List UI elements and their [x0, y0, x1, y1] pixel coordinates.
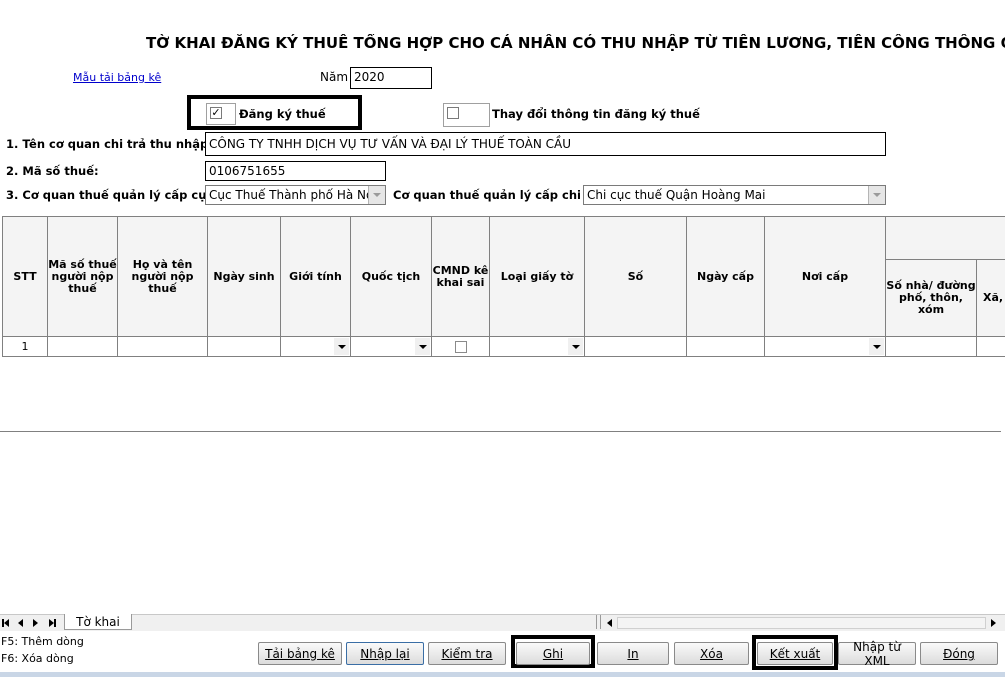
hscroll-left-button[interactable] [604, 617, 615, 629]
hscroll-track[interactable] [617, 617, 986, 629]
header-full-name: Họ và tên người nộp thuế [117, 216, 208, 337]
gender-dropdown-button[interactable] [334, 338, 349, 355]
form-title: TỜ KHAI ĐĂNG KÝ THUẾ TỔNG HỢP CHO CÁ NHÂ… [146, 34, 1005, 52]
tax-subdept-value: Chi cục thuế Quận Hoàng Mai [587, 188, 766, 202]
header-gender: Giới tính [280, 216, 351, 337]
header-stt: STT [2, 216, 48, 337]
cell-birth-date[interactable] [207, 336, 281, 357]
payer-name-input[interactable]: CÔNG TY TNHH DỊCH VỤ TƯ VẤN VÀ ĐẠI LÝ TH… [205, 132, 886, 156]
change-info-label: Thay đổi thông tin đăng ký thuế [492, 107, 700, 121]
template-download-link[interactable]: Mẫu tải bảng kê [73, 71, 161, 84]
hscroll-right-button[interactable] [988, 617, 999, 629]
header-id-wrong: CMND kê khai sai [431, 216, 490, 337]
bar-icon [54, 619, 56, 627]
chevron-down-icon [872, 344, 881, 349]
header-doc-number: Số [584, 216, 687, 337]
tax-subdept-dropdown-button[interactable] [868, 186, 885, 204]
header-street: Số nhà/ đường phố, thôn, xóm [885, 259, 977, 337]
close-button[interactable]: Đóng [920, 642, 998, 665]
reenter-button[interactable]: Nhập lại [346, 642, 424, 665]
tax-dept-value: Cục Thuế Thành phố Hà Nội [209, 188, 377, 202]
next-sheet-button[interactable] [30, 617, 41, 629]
taskbar-edge [0, 672, 1005, 677]
cell-stt: 1 [2, 336, 48, 357]
taxpayer-grid: STT Mã số thuế người nộp thuế Họ và tên … [2, 216, 1005, 360]
year-label: Năm [320, 70, 349, 84]
header-issue-place: Nơi cấp [764, 216, 886, 337]
delete-button[interactable]: Xóa [674, 642, 749, 665]
export-button[interactable]: Kết xuất [757, 642, 833, 665]
grid-bottom-divider [0, 431, 1001, 432]
arrow-left-icon [4, 619, 9, 627]
id-wrong-checkbox[interactable] [454, 340, 467, 353]
arrow-right-icon [33, 619, 38, 627]
tax-dept-dropdown-button[interactable] [368, 186, 385, 204]
first-sheet-button[interactable] [0, 617, 11, 629]
arrow-left-icon [18, 619, 23, 627]
hint-add-row: F5: Thêm dòng [1, 635, 84, 648]
prev-sheet-button[interactable] [15, 617, 26, 629]
payer-label: 1. Tên cơ quan chi trả thu nhập: [6, 137, 213, 151]
tax-dept-select[interactable]: Cục Thuế Thành phố Hà Nội [205, 185, 386, 205]
cell-full-name[interactable] [117, 336, 208, 357]
cell-doc-type-select[interactable] [489, 336, 585, 357]
chevron-down-icon [571, 344, 580, 349]
save-button[interactable]: Ghi [516, 642, 590, 665]
arrow-left-icon [607, 619, 612, 627]
register-checkbox[interactable]: ✓ [210, 107, 222, 119]
cell-gender-select[interactable] [280, 336, 351, 357]
header-issue-date: Ngày cấp [686, 216, 765, 337]
tax-code-input[interactable]: 0106751655 [205, 161, 386, 181]
load-list-button[interactable]: Tải bảng kê [258, 642, 342, 665]
print-button[interactable]: In [597, 642, 669, 665]
tax-code-label: 2. Mã số thuế: [6, 164, 99, 178]
tax-subdept-label: Cơ quan thuế quản lý cấp chi cục: [393, 188, 612, 202]
checkmark-icon: ✓ [211, 106, 221, 119]
nationality-dropdown-button[interactable] [415, 338, 430, 355]
cell-issue-date[interactable] [686, 336, 765, 357]
header-birth-date: Ngày sinh [207, 216, 281, 337]
tab-splitter[interactable] [596, 615, 601, 629]
check-button[interactable]: Kiểm tra [428, 642, 506, 665]
header-nationality: Quốc tịch [350, 216, 432, 337]
chevron-down-icon [873, 193, 881, 197]
register-checkbox-frame: ✓ [206, 103, 236, 125]
tab-to-khai[interactable]: Tờ khai [64, 614, 132, 630]
cell-issue-place-select[interactable] [764, 336, 886, 357]
chevron-down-icon [337, 344, 346, 349]
hint-delete-row: F6: Xóa dòng [1, 652, 74, 665]
register-label: Đăng ký thuế [239, 107, 326, 121]
doc-type-dropdown-button[interactable] [568, 338, 583, 355]
cell-ward[interactable] [976, 336, 1005, 357]
chevron-down-icon [418, 344, 427, 349]
header-ward: Xã, [976, 259, 1005, 337]
last-sheet-button[interactable] [47, 617, 58, 629]
cell-street[interactable] [885, 336, 977, 357]
change-checkbox-frame [443, 103, 490, 127]
cell-tax-code[interactable] [47, 336, 118, 357]
header-address-group [885, 216, 1005, 260]
tax-subdept-select[interactable]: Chi cục thuế Quận Hoàng Mai [583, 185, 886, 205]
arrow-right-icon [991, 619, 996, 627]
change-checkbox[interactable] [447, 107, 459, 119]
cell-doc-number[interactable] [584, 336, 687, 357]
import-xml-button[interactable]: Nhập từ XML [838, 640, 916, 668]
cell-id-wrong [431, 336, 490, 357]
year-input[interactable]: 2020 [350, 67, 432, 89]
issue-place-dropdown-button[interactable] [869, 338, 884, 355]
header-tax-code: Mã số thuế người nộp thuế [47, 216, 118, 337]
tax-dept-label: 3. Cơ quan thuế quản lý cấp cục: [6, 188, 218, 202]
header-doc-type: Loại giấy tờ [489, 216, 585, 337]
chevron-down-icon [373, 193, 381, 197]
cell-nationality-select[interactable] [350, 336, 432, 357]
